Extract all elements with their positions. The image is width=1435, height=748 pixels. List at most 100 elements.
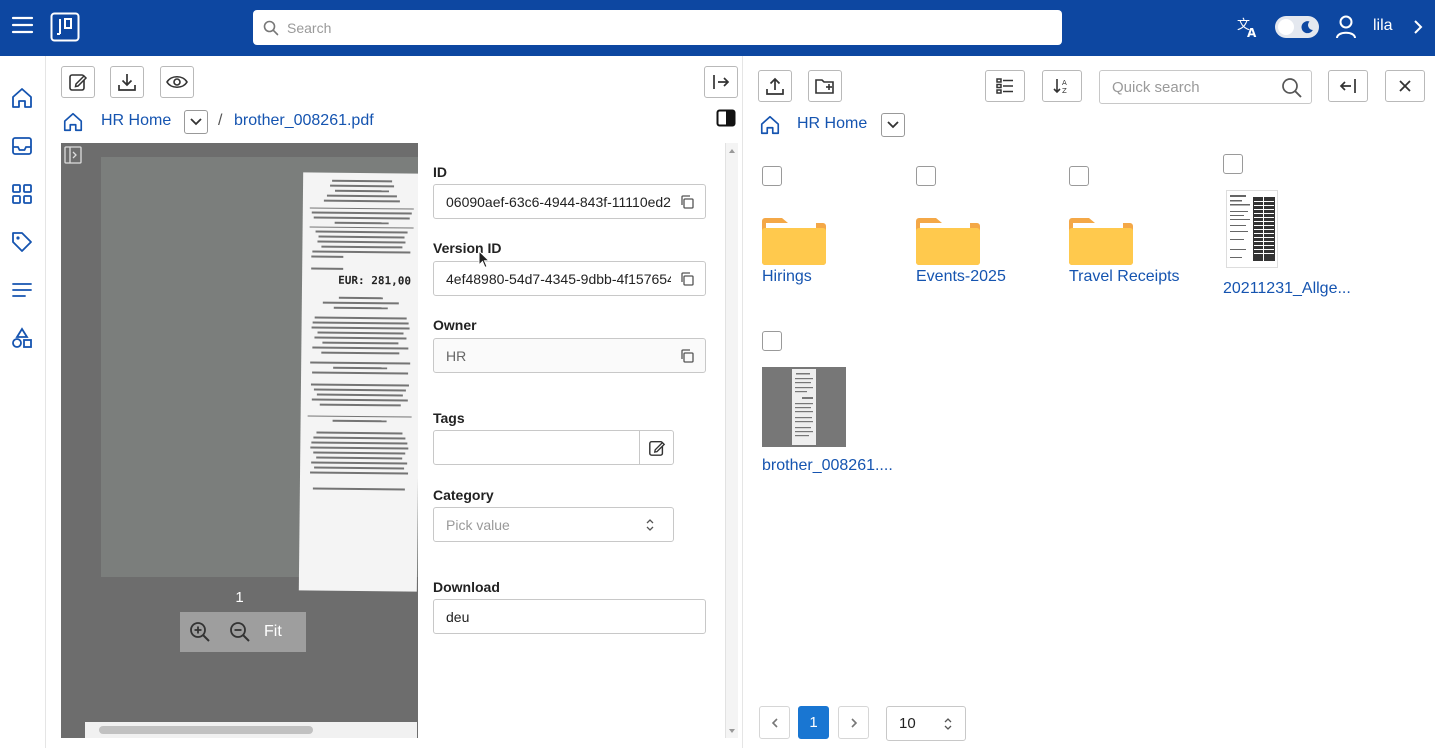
inbox-icon[interactable] xyxy=(10,134,34,158)
quick-search-input[interactable] xyxy=(1112,78,1272,96)
download-label: Download xyxy=(433,579,500,595)
version-id-field[interactable]: 4ef48980-54d7-4345-9dbb-4f157654 xyxy=(433,261,706,296)
top-app-bar: 文A lila xyxy=(0,0,1435,56)
panel-divider xyxy=(742,56,743,748)
breadcrumb-hr-home[interactable]: HR Home xyxy=(101,112,171,130)
download-field[interactable]: deu xyxy=(433,599,706,634)
view-list-button[interactable] xyxy=(985,70,1025,102)
tags-field[interactable] xyxy=(433,430,674,465)
page-1-button[interactable]: 1 xyxy=(798,706,829,739)
prev-page-button[interactable] xyxy=(759,706,790,739)
browser-home-icon[interactable] xyxy=(759,114,781,136)
close-icon xyxy=(1397,78,1413,94)
id-field[interactable]: 06090aef-63c6-4944-843f-11110ed2 xyxy=(433,184,706,219)
new-folder-button[interactable] xyxy=(808,70,842,102)
item-name[interactable]: brother_008261.... xyxy=(762,457,893,475)
download-button[interactable] xyxy=(110,66,144,98)
arrow-right-to-line-icon xyxy=(711,73,731,91)
close-button[interactable] xyxy=(1385,70,1425,102)
breadcrumb-dropdown-button[interactable] xyxy=(184,110,208,134)
item-name[interactable]: Hirings xyxy=(762,268,812,286)
apps-grid-icon[interactable] xyxy=(10,182,34,206)
sidebar-nav xyxy=(0,56,46,748)
chevron-left-icon xyxy=(770,717,780,729)
pdf-viewer[interactable]: EUR: 281,00 1 Fit xyxy=(61,143,418,738)
item-checkbox[interactable] xyxy=(916,166,936,186)
metadata-panel: ID 06090aef-63c6-4944-843f-11110ed2 Vers… xyxy=(418,143,738,738)
copy-icon[interactable] xyxy=(679,194,695,210)
dark-mode-toggle[interactable] xyxy=(1275,16,1319,38)
translate-language-icon[interactable]: 文A xyxy=(1236,15,1260,39)
global-search-field[interactable] xyxy=(253,10,1062,45)
pdf-page: EUR: 281,00 xyxy=(101,157,418,592)
upload-button[interactable] xyxy=(758,70,792,102)
folder-icon[interactable] xyxy=(916,217,980,265)
browser-breadcrumb-hr-home[interactable]: HR Home xyxy=(797,115,867,133)
item-checkbox[interactable] xyxy=(762,166,782,186)
collapse-panel-button[interactable] xyxy=(704,66,738,98)
copy-icon[interactable] xyxy=(679,271,695,287)
moon-icon xyxy=(1299,19,1315,35)
search-icon xyxy=(263,20,279,36)
download-icon xyxy=(117,72,137,92)
folder-icon[interactable] xyxy=(1069,217,1133,265)
split-view-icon[interactable] xyxy=(716,109,736,127)
owner-value: HR xyxy=(446,347,467,364)
upload-icon xyxy=(765,76,785,96)
sidebar-toggle-icon[interactable] xyxy=(64,146,82,164)
copy-icon[interactable] xyxy=(679,348,695,364)
category-placeholder: Pick value xyxy=(446,516,510,533)
vertical-scrollbar[interactable] xyxy=(725,143,738,738)
list-icon[interactable] xyxy=(10,278,34,302)
home-icon[interactable] xyxy=(10,86,34,110)
scrollbar-thumb[interactable] xyxy=(99,726,313,734)
page-size-select[interactable]: 10 xyxy=(886,706,966,741)
breadcrumb-filename[interactable]: brother_008261.pdf xyxy=(234,112,374,130)
owner-field[interactable]: HR xyxy=(433,338,706,373)
arrow-left-to-line-icon xyxy=(1338,77,1358,95)
item-name[interactable]: Travel Receipts xyxy=(1069,268,1180,286)
user-account-icon[interactable] xyxy=(1335,14,1357,40)
svg-text:A: A xyxy=(1062,79,1067,87)
app-logo-icon[interactable] xyxy=(50,12,80,42)
shapes-icon[interactable] xyxy=(10,326,34,350)
folder-icon[interactable] xyxy=(762,217,826,265)
sort-button[interactable]: AZ xyxy=(1042,70,1082,102)
file-thumbnail[interactable] xyxy=(762,367,846,447)
chevron-right-icon xyxy=(849,717,859,729)
hamburger-menu-icon[interactable] xyxy=(10,12,36,38)
edit-document-button[interactable] xyxy=(61,66,95,98)
receipt-image: EUR: 281,00 xyxy=(298,172,418,592)
global-search-input[interactable] xyxy=(287,19,1027,36)
item-checkbox[interactable] xyxy=(762,331,782,351)
item-checkbox[interactable] xyxy=(1069,166,1089,186)
mouse-cursor-icon xyxy=(478,250,492,270)
username-label[interactable]: lila xyxy=(1373,17,1393,35)
collapse-browser-button[interactable] xyxy=(1328,70,1368,102)
receipt-total: EUR: 281,00 xyxy=(338,273,412,288)
chevron-right-icon[interactable] xyxy=(1411,18,1425,36)
category-label: Category xyxy=(433,487,494,503)
horizontal-scrollbar[interactable] xyxy=(85,722,417,738)
eye-icon xyxy=(166,74,188,90)
next-page-button[interactable] xyxy=(838,706,869,739)
item-name[interactable]: Events-2025 xyxy=(916,268,1006,286)
zoom-out-icon[interactable] xyxy=(220,612,260,652)
breadcrumb-home-icon[interactable] xyxy=(62,111,84,133)
tag-icon[interactable] xyxy=(10,230,34,254)
edit-tags-button[interactable] xyxy=(639,431,673,464)
browser-breadcrumb-dropdown[interactable] xyxy=(881,113,905,137)
svg-text:A: A xyxy=(1247,26,1257,39)
chevron-down-icon xyxy=(189,117,203,127)
zoom-in-icon[interactable] xyxy=(180,612,220,652)
item-checkbox[interactable] xyxy=(1223,154,1243,174)
category-select[interactable]: Pick value xyxy=(433,507,674,542)
quick-search-field[interactable] xyxy=(1099,70,1312,104)
search-icon[interactable] xyxy=(1281,77,1303,99)
id-value: 06090aef-63c6-4944-843f-11110ed2 xyxy=(446,193,671,210)
chevron-down-icon xyxy=(886,120,900,130)
preview-button[interactable] xyxy=(160,66,194,98)
item-name[interactable]: 20211231_Allge... xyxy=(1223,280,1351,298)
zoom-fit-button[interactable]: Fit xyxy=(264,623,282,641)
file-thumbnail[interactable] xyxy=(1226,190,1278,268)
